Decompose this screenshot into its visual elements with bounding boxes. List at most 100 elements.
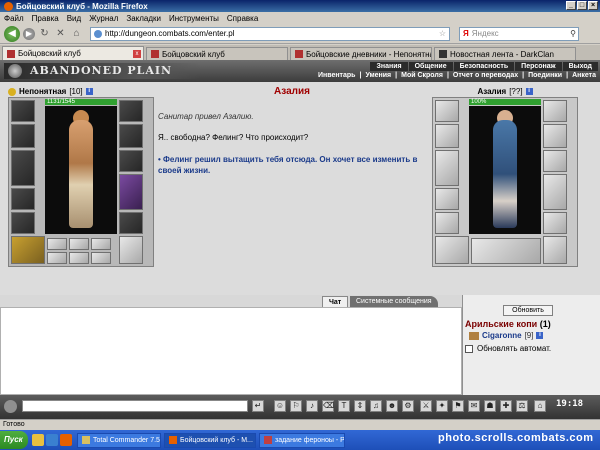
auto-refresh-checkbox[interactable] [465, 344, 473, 353]
maximize-button[interactable]: □ [577, 1, 587, 10]
tab-combats-1[interactable]: Бойцовский клуб x [2, 46, 144, 60]
action-icon-1[interactable]: ⚔ [420, 400, 432, 412]
search-box[interactable]: Я Яндекс ⚲ [459, 26, 579, 41]
home-icon[interactable]: ⌂ [70, 27, 83, 40]
menu-communication[interactable]: Общение [408, 62, 453, 71]
armor-slot[interactable] [11, 150, 35, 186]
tab-system-messages[interactable]: Системные сообщения [350, 296, 438, 307]
ie-icon[interactable] [46, 434, 58, 446]
earring-slot[interactable] [119, 100, 143, 122]
tab-combats-2[interactable]: Бойцовский клуб [146, 47, 288, 60]
pocket-slot-1[interactable] [47, 238, 67, 250]
translit-icon[interactable]: Т [338, 400, 350, 412]
info-icon[interactable]: i [536, 332, 544, 339]
weapon-slot[interactable] [11, 124, 35, 148]
link-inventory[interactable]: Инвентарь [316, 72, 358, 79]
action-icon-7[interactable]: ⚖ [516, 400, 528, 412]
helmet-slot[interactable] [11, 100, 35, 122]
action-icon-8[interactable]: ⌂ [534, 400, 546, 412]
npc-figure[interactable] [469, 106, 541, 234]
chat-messages-area[interactable] [0, 307, 462, 395]
show-desktop-icon[interactable] [32, 434, 44, 446]
tab-close-icon[interactable]: x [133, 49, 141, 58]
pocket-slot-3[interactable] [91, 238, 111, 250]
link-transfer-report[interactable]: Отчет о переводах [451, 72, 520, 79]
tab-diaries[interactable]: Бойцовские дневники - Непонятная [290, 47, 432, 60]
filter-icon[interactable]: ⚐ [290, 400, 302, 412]
online-user-row[interactable]: Cigaronne [9] i [469, 331, 544, 340]
start-button[interactable]: Пуск [0, 431, 28, 449]
chat-mode-icon[interactable] [4, 400, 17, 413]
pocket-slot-6[interactable] [91, 252, 111, 264]
combats-favicon-icon [151, 50, 159, 58]
taskbar-total-commander[interactable]: Total Commander 7.55 - ... [77, 432, 161, 448]
info-icon[interactable]: i [85, 88, 93, 95]
link-my-scroll[interactable]: Мой Скроля [399, 72, 445, 79]
search-icon[interactable]: ⚲ [570, 29, 576, 38]
menu-edit[interactable]: Правка [32, 14, 59, 23]
gloves-slot[interactable] [11, 236, 45, 264]
music-icon[interactable]: ♫ [370, 400, 382, 412]
pocket-slot-2[interactable] [69, 238, 89, 250]
menu-knowledge[interactable]: Знания [370, 62, 408, 71]
action-icon-4[interactable]: ✉ [468, 400, 480, 412]
menu-help[interactable]: Справка [227, 14, 258, 23]
player-name[interactable]: Непонятная [19, 87, 66, 96]
pocket-slot-7[interactable] [119, 236, 143, 264]
player-figure[interactable] [45, 106, 117, 234]
action-icon-2[interactable]: ✦ [436, 400, 448, 412]
link-duels[interactable]: Поединки [526, 72, 564, 79]
action-icon-6[interactable]: ✚ [500, 400, 512, 412]
amulet-slot[interactable] [119, 124, 143, 148]
bookmark-star-icon[interactable]: ☆ [439, 29, 446, 38]
taskbar-firefox[interactable]: Бойцовский клуб - M... [164, 432, 256, 448]
emotion-icon[interactable]: ☻ [386, 400, 398, 412]
sound-icon[interactable]: ♪ [306, 400, 318, 412]
link-profile[interactable]: Анкета [570, 72, 598, 79]
minimize-button[interactable]: _ [566, 1, 576, 10]
action-icon-5[interactable]: ☗ [484, 400, 496, 412]
menu-exit[interactable]: Выход [562, 62, 598, 71]
smile-icon[interactable]: ☺ [274, 400, 286, 412]
menu-view[interactable]: Вид [67, 14, 81, 23]
dialog-option[interactable]: • Фелинг решил вытащить тебя отсюда. Он … [158, 154, 426, 176]
bracer-slot[interactable] [11, 212, 35, 234]
settings-icon[interactable]: ⚙ [402, 400, 414, 412]
taskbar-paint[interactable]: задание фероноы - Paint [259, 432, 345, 448]
close-button[interactable]: × [588, 1, 598, 10]
belt-slot[interactable] [11, 188, 35, 210]
clear-icon[interactable]: ⌫ [322, 400, 334, 412]
chat-input[interactable] [22, 400, 248, 412]
scroll-icon[interactable]: ⇕ [354, 400, 366, 412]
menu-file[interactable]: Файл [4, 14, 24, 23]
auto-refresh-toggle[interactable]: Обновлять автомат. [465, 344, 551, 353]
shield-slot[interactable] [119, 174, 143, 210]
tab-chat[interactable]: Чат [322, 296, 349, 307]
search-engine-icon[interactable]: Я [463, 29, 469, 38]
pocket-slot-4[interactable] [47, 252, 67, 264]
send-icon[interactable]: ↵ [252, 400, 264, 412]
menu-character[interactable]: Персонаж [515, 62, 562, 71]
menu-security[interactable]: Безопасность [453, 62, 515, 71]
refresh-button[interactable]: Обновить [503, 305, 553, 316]
url-bar[interactable]: http://dungeon.combats.com/enter.pl ☆ [90, 26, 450, 41]
tab-darkclan-news[interactable]: Новостная лента - DarkClan [434, 47, 576, 60]
pocket-slot-5[interactable] [69, 252, 89, 264]
menu-history[interactable]: Журнал [89, 14, 118, 23]
online-user-name[interactable]: Cigaronne [482, 331, 522, 340]
ring-slot[interactable] [119, 150, 143, 172]
npc-name[interactable]: Азалия [477, 87, 506, 96]
info-icon[interactable]: i [525, 88, 533, 95]
back-button[interactable]: ◀ [4, 25, 20, 42]
stop-icon[interactable]: ✕ [54, 27, 67, 40]
menu-tools[interactable]: Инструменты [169, 14, 219, 23]
boots-slot[interactable] [119, 212, 143, 234]
action-icon-3[interactable]: ⚑ [452, 400, 464, 412]
option-text[interactable]: Фелинг решил вытащить тебя отсюда. Он хо… [158, 155, 417, 175]
forward-button[interactable]: ▶ [23, 27, 35, 40]
firefox-quicklaunch-icon[interactable] [60, 434, 72, 446]
link-skills[interactable]: Умения [363, 72, 393, 79]
reload-icon[interactable]: ↻ [38, 27, 51, 40]
window-title: Бойцовский клуб - Mozilla Firefox [16, 1, 148, 11]
menu-bookmarks[interactable]: Закладки [126, 14, 161, 23]
